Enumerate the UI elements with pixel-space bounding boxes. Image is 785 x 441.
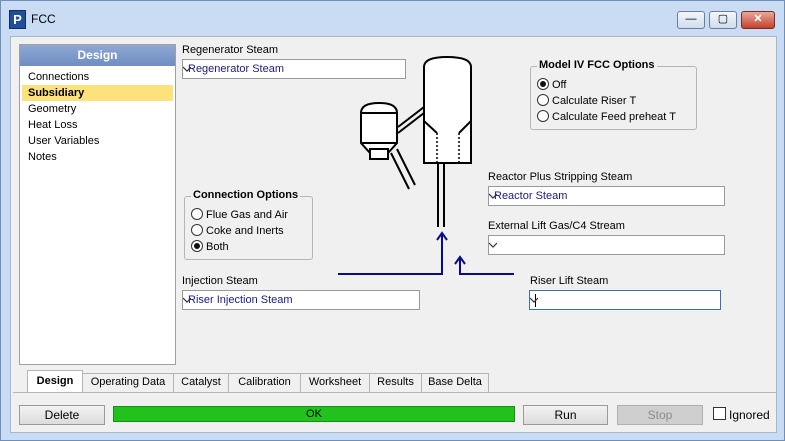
reactor-stripping-steam-value: Reactor Steam bbox=[494, 190, 568, 202]
option-label: Both bbox=[206, 241, 229, 253]
reactor-stripper bbox=[369, 148, 389, 160]
option-label: Calculate Riser T bbox=[552, 95, 637, 107]
radio-checked-icon bbox=[191, 240, 203, 253]
injection-steam-arrowhead bbox=[436, 231, 448, 241]
minimize-button[interactable]: — bbox=[677, 11, 705, 29]
tab-operating-data[interactable]: Operating Data bbox=[82, 373, 174, 392]
nav-item-geometry[interactable]: Geometry bbox=[22, 101, 173, 117]
tab-base-delta[interactable]: Base Delta bbox=[421, 373, 489, 392]
reactor-stripping-steam-label: Reactor Plus Stripping Steam bbox=[488, 171, 633, 183]
standpipe-right bbox=[396, 148, 416, 186]
radio-checked-icon bbox=[537, 78, 549, 91]
regenerator-vessel bbox=[423, 55, 472, 164]
option-label: Off bbox=[552, 79, 567, 91]
standpipe-left bbox=[390, 152, 410, 190]
nav-item-heat-loss[interactable]: Heat Loss bbox=[22, 117, 173, 133]
tab-results[interactable]: Results bbox=[369, 373, 422, 392]
reactor-stripping-steam-dropdown[interactable]: Reactor Steam bbox=[488, 186, 725, 206]
riser-lift-steam-line bbox=[459, 259, 514, 275]
nav-header: Design bbox=[20, 45, 175, 66]
external-lift-gas-dropdown[interactable] bbox=[488, 235, 725, 255]
connection-option-both[interactable]: Both bbox=[191, 240, 229, 256]
regenerator-steam-dropdown[interactable]: Regenerator Steam bbox=[182, 59, 406, 79]
nav-item-notes[interactable]: Notes bbox=[22, 149, 173, 165]
nav-item-user-variables[interactable]: User Variables bbox=[22, 133, 173, 149]
tab-catalyst[interactable]: Catalyst bbox=[173, 373, 229, 392]
regenerator-cone-right bbox=[458, 120, 472, 134]
injection-steam-label: Injection Steam bbox=[182, 275, 258, 287]
option-label: Flue Gas and Air bbox=[206, 209, 288, 221]
riser-lift-steam-dropdown[interactable] bbox=[529, 290, 721, 310]
riser-lift-steam-arrowhead bbox=[454, 255, 466, 265]
window-title: FCC bbox=[31, 12, 56, 26]
model-iv-option-off[interactable]: Off bbox=[537, 78, 566, 94]
delete-button[interactable]: Delete bbox=[19, 405, 105, 425]
radio-unchecked-icon bbox=[537, 110, 549, 123]
close-button[interactable]: ✕ bbox=[741, 11, 775, 29]
status-bar-ok: OK bbox=[113, 406, 515, 422]
nav-item-subsidiary[interactable]: Subsidiary bbox=[22, 85, 173, 101]
connection-option-flue-gas[interactable]: Flue Gas and Air bbox=[191, 208, 288, 224]
chevron-down-icon bbox=[183, 66, 191, 72]
transfer-line-bottom bbox=[397, 112, 425, 134]
tab-strip: Design Operating Data Catalyst Calibrati… bbox=[13, 370, 776, 392]
design-nav-panel: Design Connections Subsidiary Geometry H… bbox=[19, 44, 176, 365]
regenerator-cone-left bbox=[423, 120, 438, 134]
option-label: Coke and Inerts bbox=[206, 225, 284, 237]
reactor-vessel bbox=[360, 101, 398, 154]
radio-unchecked-icon bbox=[191, 208, 203, 221]
model-iv-options-group: Model IV FCC Options Off Calculate Riser… bbox=[530, 59, 697, 130]
run-button[interactable]: Run bbox=[523, 405, 608, 425]
nav-list: Connections Subsidiary Geometry Heat Los… bbox=[20, 66, 175, 165]
model-iv-option-calc-riser-t[interactable]: Calculate Riser T bbox=[537, 94, 636, 110]
riser-lift-steam-label: Riser Lift Steam bbox=[530, 275, 609, 287]
injection-steam-dropdown[interactable]: Riser Injection Steam bbox=[182, 290, 420, 310]
app-icon: P bbox=[9, 10, 26, 29]
chevron-down-icon bbox=[489, 193, 497, 199]
external-lift-gas-label: External Lift Gas/C4 Stream bbox=[488, 220, 625, 232]
chevron-down-icon bbox=[489, 242, 497, 248]
connection-options-title: Connection Options bbox=[191, 189, 301, 201]
form-client-area: Design Connections Subsidiary Geometry H… bbox=[10, 36, 777, 433]
tab-calibration[interactable]: Calibration bbox=[228, 373, 301, 392]
transfer-line-top bbox=[397, 106, 425, 128]
tab-divider bbox=[13, 392, 776, 393]
model-iv-option-calc-feed-preheat-t[interactable]: Calculate Feed preheat T bbox=[537, 110, 676, 126]
tab-worksheet[interactable]: Worksheet bbox=[300, 373, 370, 392]
fcc-window: P FCC — ▢ ✕ Design Connections Subsidiar… bbox=[0, 0, 785, 441]
injection-steam-value: Riser Injection Steam bbox=[188, 294, 293, 306]
title-bar[interactable]: P FCC — ▢ ✕ bbox=[1, 1, 784, 37]
injection-steam-line bbox=[338, 235, 443, 275]
tab-design[interactable]: Design bbox=[27, 370, 83, 392]
regenerator-inner-dashed bbox=[436, 133, 460, 163]
chevron-down-icon bbox=[530, 297, 538, 303]
ignored-checkbox[interactable] bbox=[713, 407, 726, 420]
regenerator-steam-label: Regenerator Steam bbox=[182, 44, 278, 56]
model-iv-options-title: Model IV FCC Options bbox=[537, 59, 657, 71]
radio-unchecked-icon bbox=[537, 94, 549, 107]
connection-options-group: Connection Options Flue Gas and Air Coke… bbox=[184, 189, 313, 260]
regenerator-steam-value: Regenerator Steam bbox=[188, 63, 284, 75]
chevron-down-icon bbox=[183, 297, 191, 303]
option-label: Calculate Feed preheat T bbox=[552, 111, 676, 123]
stop-button[interactable]: Stop bbox=[617, 405, 703, 425]
maximize-button[interactable]: ▢ bbox=[709, 11, 737, 29]
radio-unchecked-icon bbox=[191, 224, 203, 237]
ignored-label: Ignored bbox=[729, 408, 770, 422]
connection-option-coke[interactable]: Coke and Inerts bbox=[191, 224, 284, 240]
nav-item-connections[interactable]: Connections bbox=[22, 69, 173, 85]
